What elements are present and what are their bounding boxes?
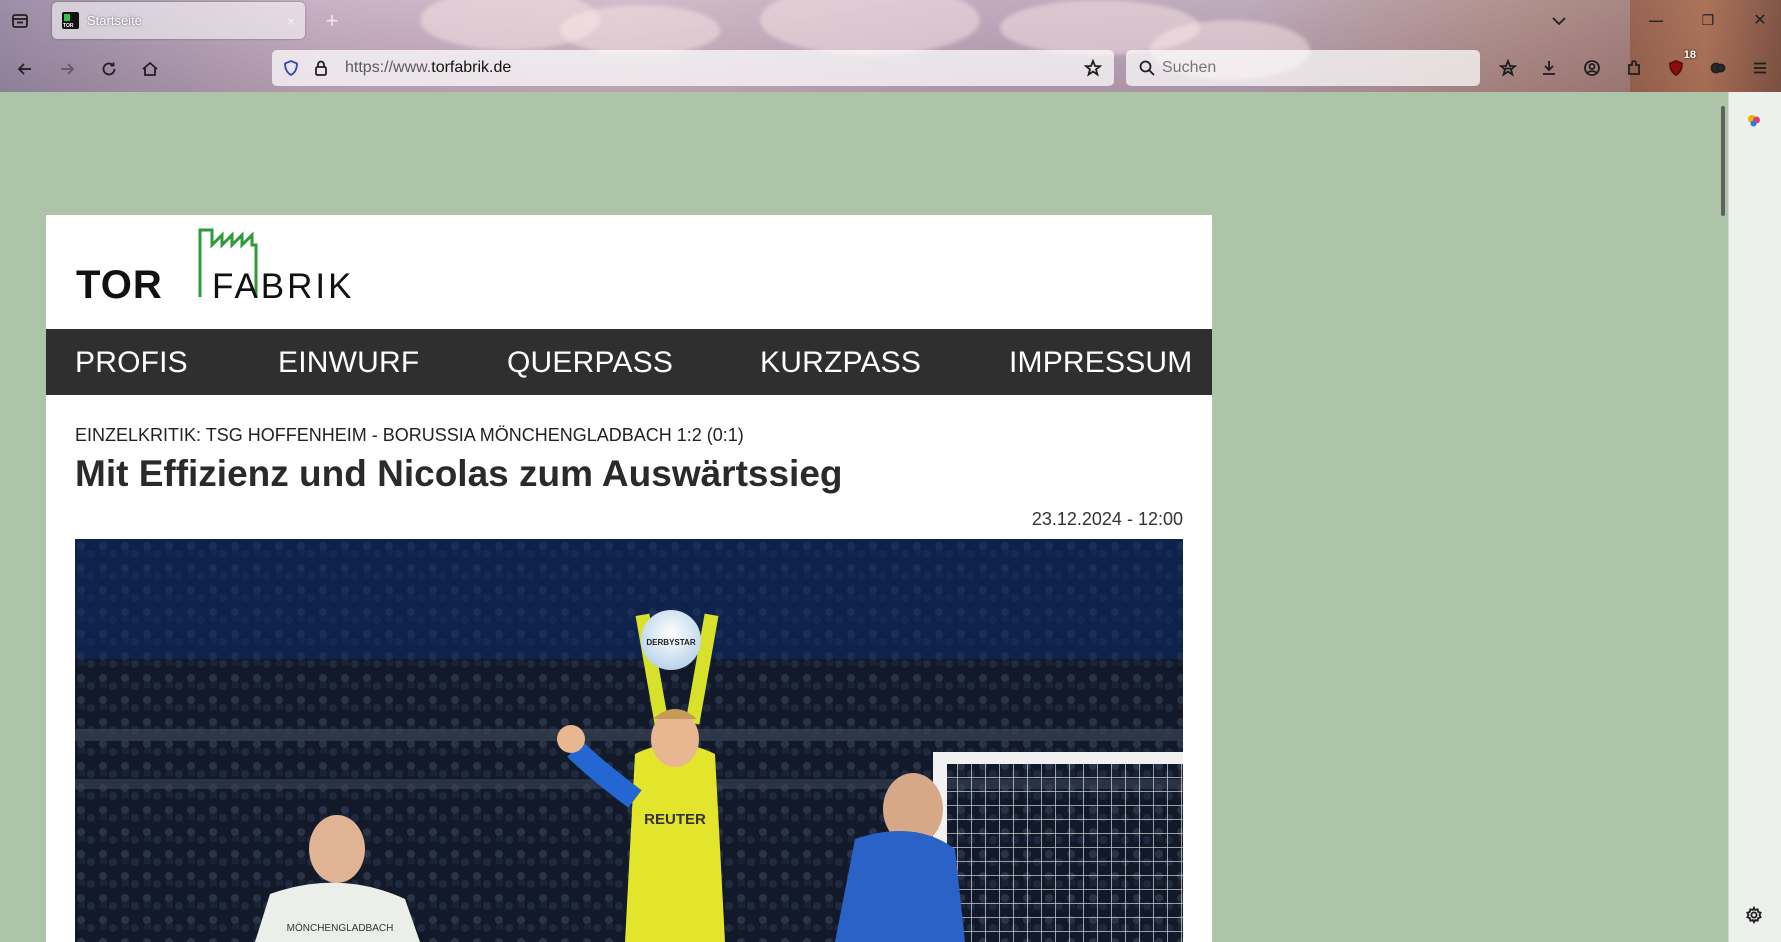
bookmarks-icon[interactable] <box>1494 54 1522 82</box>
nav-item-querpass[interactable]: QUERPASS <box>507 346 673 380</box>
jersey-sponsor-text: REUTER <box>644 811 706 828</box>
article-kicker: EINZELKRITIK: TSG HOFFENHEIM - BORUSSIA … <box>75 425 744 445</box>
site-favicon-icon <box>62 12 79 29</box>
downloads-icon[interactable] <box>1535 54 1563 82</box>
search-icon <box>1136 57 1158 79</box>
ball-brand-text: DERBYSTAR <box>646 638 695 647</box>
home-icon[interactable] <box>135 54 165 84</box>
site-logo[interactable]: TOR FABRIK <box>74 227 404 307</box>
browser-sidebar <box>1728 92 1781 942</box>
restore-button[interactable]: ❐ <box>1690 6 1726 34</box>
menu-hamburger-icon[interactable] <box>1746 54 1774 82</box>
close-window-button[interactable]: ✕ <box>1742 6 1778 34</box>
goalkeeper-catch-image: REUTER DERBYSTAR MÖNCHENGLADBACH <box>75 539 1183 942</box>
tab-list-icon[interactable] <box>6 8 34 34</box>
back-icon[interactable] <box>10 54 40 84</box>
account-icon[interactable] <box>1578 54 1606 82</box>
extensions-icon[interactable] <box>1620 54 1648 82</box>
ublock-extension-icon[interactable]: 18 <box>1662 49 1696 82</box>
site-header: TOR FABRIK <box>46 215 1212 329</box>
extension-badge: 18 <box>1683 49 1696 61</box>
url-bar[interactable]: https://www.torfabrik.de <box>272 50 1114 86</box>
container-extension-icon[interactable] <box>1704 54 1732 82</box>
logo-text-fabrik: FABRIK <box>212 267 355 306</box>
new-tab-button[interactable]: + <box>318 8 346 33</box>
bookmark-star-icon[interactable] <box>1082 57 1104 79</box>
forward-icon[interactable] <box>52 54 82 84</box>
article-photo[interactable]: REUTER DERBYSTAR MÖNCHENGLADBACH <box>75 539 1183 942</box>
main-navigation: PROFIS EINWURF QUERPASS KURZPASS IMPRESS… <box>46 329 1212 395</box>
search-placeholder: Suchen <box>1162 59 1217 76</box>
lock-icon[interactable] <box>310 57 332 79</box>
logo-text-tor: TOR <box>76 263 163 307</box>
shirt-text: MÖNCHENGLADBACH <box>287 922 394 934</box>
nav-item-impressum[interactable]: IMPRESSUM <box>1009 346 1193 380</box>
nav-item-kurzpass[interactable]: KURZPASS <box>760 346 921 380</box>
nav-item-profis[interactable]: PROFIS <box>75 346 188 380</box>
scrollbar-thumb[interactable] <box>1721 106 1725 216</box>
url-text: https://www.torfabrik.de <box>345 59 512 76</box>
article-page: TOR FABRIK PROFIS EINWURF QUERPASS KURZP… <box>46 215 1212 942</box>
active-tab[interactable]: Startseite × <box>52 2 305 39</box>
tab-title: Startseite <box>87 13 142 28</box>
list-all-tabs-icon[interactable] <box>1544 8 1574 34</box>
page-scrollbar[interactable] <box>1718 92 1728 942</box>
tab-close-icon[interactable]: × <box>287 13 295 29</box>
nav-item-einwurf[interactable]: EINWURF <box>278 346 419 380</box>
sidebar-extension-icon[interactable] <box>1741 108 1767 134</box>
article-date: 23.12.2024 - 12:00 <box>1031 509 1183 529</box>
minimize-button[interactable]: — <box>1638 6 1674 34</box>
sidebar-settings-gear-icon[interactable] <box>1741 902 1767 928</box>
reload-icon[interactable] <box>94 54 124 84</box>
browser-toolbar: Startseite × + — ❐ ✕ <box>0 0 1781 92</box>
tracking-protection-shield-icon[interactable] <box>280 57 302 79</box>
search-bar[interactable]: Suchen <box>1126 50 1480 86</box>
article-headline[interactable]: Mit Effizienz und Nicolas zum Auswärtssi… <box>75 453 843 495</box>
